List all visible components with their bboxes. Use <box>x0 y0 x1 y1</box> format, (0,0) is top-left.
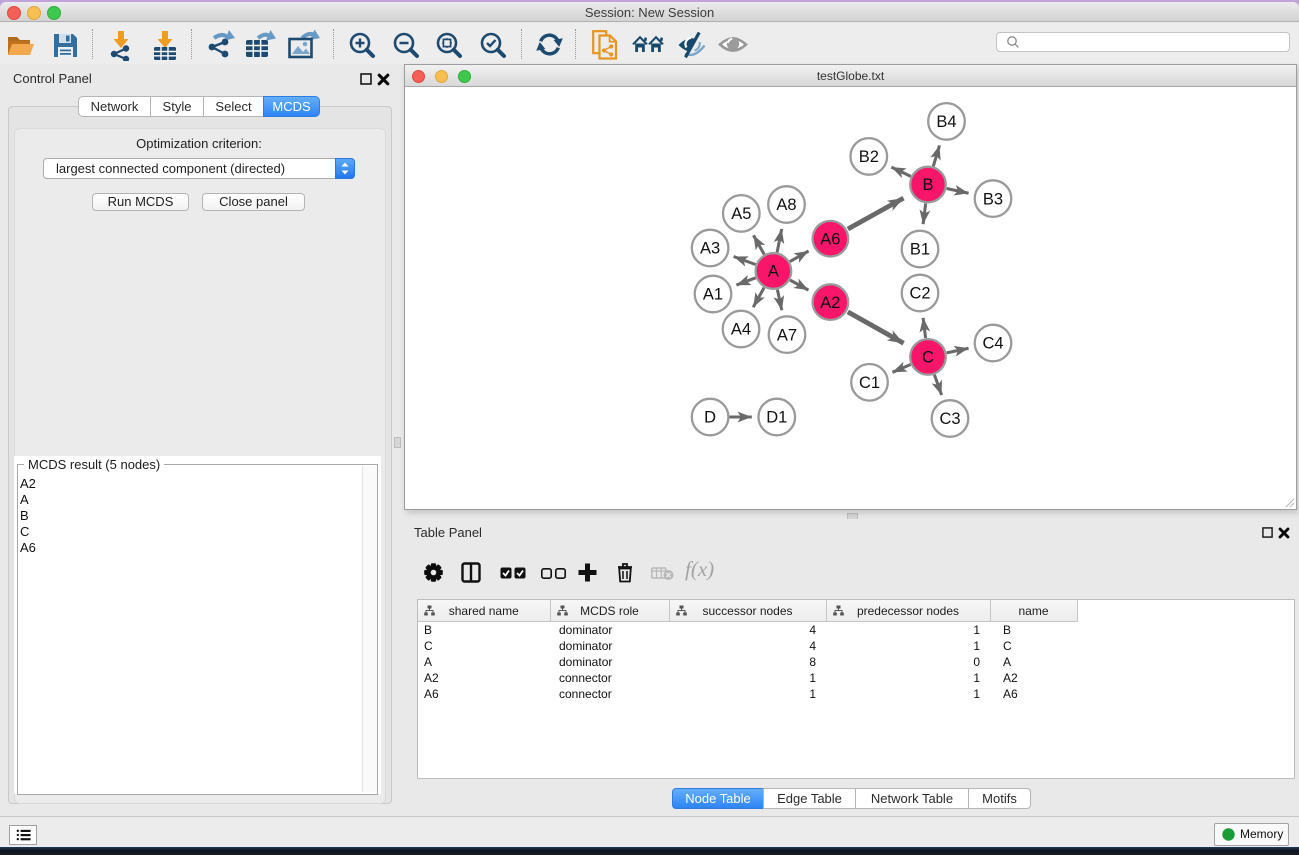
svg-text:A8: A8 <box>776 196 796 214</box>
svg-text:A7: A7 <box>777 326 797 344</box>
svg-text:C4: C4 <box>982 335 1003 353</box>
svg-text:A6: A6 <box>820 230 840 248</box>
svg-text:B1: B1 <box>910 241 930 259</box>
svg-text:A2: A2 <box>820 294 840 312</box>
svg-text:D1: D1 <box>766 409 787 427</box>
svg-text:A1: A1 <box>703 286 723 304</box>
svg-text:A: A <box>768 263 779 281</box>
svg-text:C: C <box>922 349 934 367</box>
svg-text:C3: C3 <box>939 410 960 428</box>
svg-text:D: D <box>704 409 716 427</box>
svg-text:A5: A5 <box>731 205 751 223</box>
svg-text:B4: B4 <box>936 113 956 131</box>
svg-text:B: B <box>922 176 933 194</box>
svg-text:C1: C1 <box>859 374 880 392</box>
svg-text:A4: A4 <box>731 321 751 339</box>
svg-text:A3: A3 <box>700 240 720 258</box>
svg-text:B3: B3 <box>983 190 1003 208</box>
svg-text:B2: B2 <box>859 148 879 166</box>
svg-text:C2: C2 <box>909 285 930 303</box>
